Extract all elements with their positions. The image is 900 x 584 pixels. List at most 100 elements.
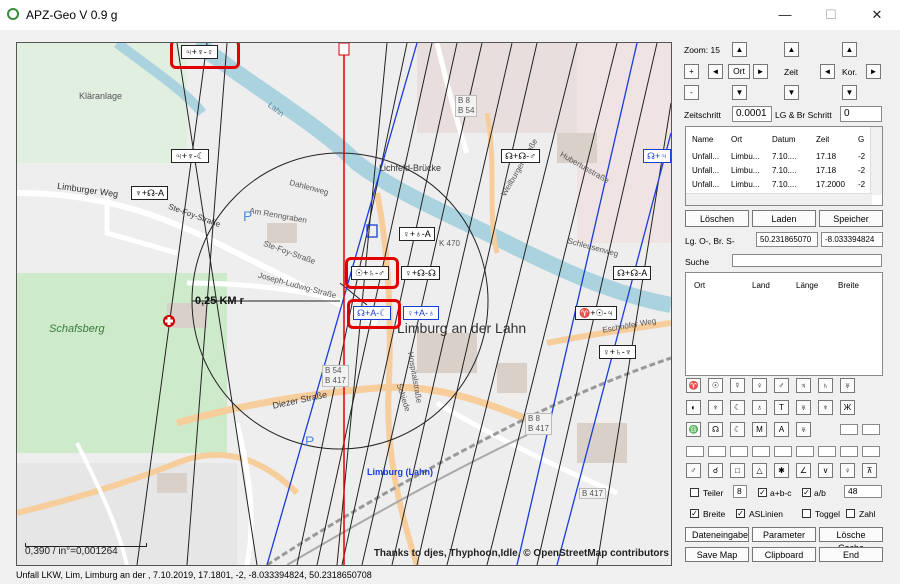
clipboard-button[interactable]: Clipboard [752, 547, 816, 562]
kor-right-button[interactable]: ► [866, 64, 881, 79]
loeschen-button[interactable]: Löschen [685, 210, 749, 227]
aspect-button[interactable]: ⊼ [862, 463, 877, 478]
symbol-slot[interactable] [752, 446, 770, 457]
zoom-out-button[interactable]: - [684, 85, 699, 100]
end-button[interactable]: End [819, 547, 883, 562]
parameter-button[interactable]: Parameter [752, 527, 816, 542]
close-button[interactable]: ✕ [854, 0, 900, 30]
maximize-button[interactable]: ☐ [808, 0, 854, 30]
symbol-button[interactable]: ♆ [708, 400, 723, 415]
column-header[interactable]: Ort [694, 281, 705, 290]
zeit-up-button[interactable]: ▲ [784, 42, 799, 57]
symbol-button[interactable]: ♀ [752, 378, 767, 393]
symbol-slot[interactable] [730, 446, 748, 457]
symbol-button[interactable]: ♅ [840, 378, 855, 393]
kor-down-button[interactable]: ▼ [842, 85, 857, 100]
symbol-slot[interactable] [818, 446, 836, 457]
aspect-label[interactable]: ☊+☊-♂ [501, 149, 540, 163]
symbol-button[interactable]: ♆ [818, 400, 833, 415]
table-cell[interactable]: 7.10.... [772, 152, 810, 161]
search-input[interactable] [732, 254, 882, 267]
teiler-input[interactable]: 8 [733, 485, 747, 498]
symbol-slot[interactable] [708, 446, 726, 457]
symbol-button[interactable]: T [774, 400, 789, 415]
aspect-label[interactable]: ♀+A-♁ [403, 306, 439, 320]
symbol-slot[interactable] [686, 446, 704, 457]
column-header[interactable]: Breite [838, 281, 859, 290]
longitude-input[interactable]: 50.231865070 [756, 232, 818, 247]
aspect-button[interactable]: ♂ [686, 463, 701, 478]
aspect-label[interactable]: ♀+☊-☊ [401, 266, 440, 280]
table-cell[interactable]: 7.10.... [772, 166, 810, 175]
symbol-slot[interactable] [862, 446, 880, 457]
symbol-button[interactable]: ♈ [686, 378, 701, 393]
symbol-slot[interactable] [796, 446, 814, 457]
symbol-button[interactable]: ♃ [796, 378, 811, 393]
column-header[interactable]: Name [692, 135, 713, 144]
column-header[interactable]: Land [752, 281, 770, 290]
table-cell[interactable]: Limbu... [731, 180, 767, 189]
toggel-checkbox[interactable] [802, 509, 811, 518]
aspect-button[interactable]: □ [730, 463, 745, 478]
symbol-slot[interactable] [774, 446, 792, 457]
symbol-slot[interactable] [840, 446, 858, 457]
symbol-button[interactable]: ♄ [818, 378, 833, 393]
table-cell[interactable]: 17.18 [816, 166, 854, 175]
teiler-checkbox[interactable] [690, 488, 699, 497]
aspect-label[interactable]: ♀+♁-A [399, 227, 435, 241]
table-cell[interactable]: Unfall... [692, 152, 728, 161]
places-table[interactable]: Ort Land Länge Breite [685, 272, 883, 376]
column-header[interactable]: Ort [731, 135, 742, 144]
symbol-button[interactable]: ♅ [796, 422, 811, 437]
table-cell[interactable]: Unfall... [692, 180, 728, 189]
symbol-button[interactable]: ☾ [730, 400, 745, 415]
kor-left-button[interactable]: ◄ [820, 64, 835, 79]
value-input[interactable]: 48 [844, 485, 882, 498]
zoom-in-button[interactable]: + [684, 64, 699, 79]
aspect-label[interactable]: ♆+☊-A [131, 186, 168, 200]
ort-up-button[interactable]: ▲ [732, 42, 747, 57]
ort-down-button[interactable]: ▼ [732, 85, 747, 100]
aspect-button[interactable]: ✱ [774, 463, 789, 478]
aspect-button[interactable]: ♀ [840, 463, 855, 478]
aspect-label[interactable]: ♀+♄-♆ [599, 345, 636, 359]
dateneingabe-button[interactable]: Dateneingabe [685, 527, 749, 542]
aspect-label[interactable]: ☊+♃ [643, 149, 671, 163]
table-cell[interactable]: Unfall... [692, 166, 728, 175]
symbol-button[interactable]: ♅ [796, 400, 811, 415]
records-table[interactable]: Name Ort Datum Zeit G Unfall... Limbu...… [685, 126, 883, 206]
column-header[interactable]: Länge [796, 281, 818, 290]
symbol-button[interactable]: ♂ [774, 378, 789, 393]
symbol-button[interactable]: A [774, 422, 789, 437]
table-cell[interactable]: -2 [858, 152, 865, 161]
symbol-slot[interactable] [840, 424, 858, 435]
aspect-label[interactable]: ♃+♆-☾ [171, 149, 209, 163]
aspect-label[interactable]: ♈+☉-♃ [575, 306, 618, 320]
symbol-button[interactable]: ☉ [708, 378, 723, 393]
ort-button[interactable]: Ort [728, 64, 750, 79]
save-map-button[interactable]: Save Map [685, 547, 749, 562]
table-cell[interactable]: 17.2000 [816, 180, 854, 189]
table-cell[interactable]: Limbu... [731, 152, 767, 161]
table-cell[interactable]: -2 [858, 180, 865, 189]
symbol-button[interactable]: M [752, 422, 767, 437]
column-header[interactable]: Datum [772, 135, 796, 144]
table-vscrollbar[interactable] [870, 127, 882, 195]
latitude-input[interactable]: -8.033394824 [821, 232, 883, 247]
ab-checkbox[interactable]: ✓ [802, 488, 811, 497]
ort-left-button[interactable]: ◄ [708, 64, 723, 79]
lgbr-input[interactable]: 0 [840, 106, 882, 122]
symbol-button[interactable]: ◐ [686, 400, 701, 415]
symbol-button[interactable]: ♁ [752, 400, 767, 415]
ort-right-button[interactable]: ► [753, 64, 768, 79]
kor-up-button[interactable]: ▲ [842, 42, 857, 57]
column-header[interactable]: Zeit [816, 135, 829, 144]
table-cell[interactable]: 7.10.... [772, 180, 810, 189]
table-hscrollbar[interactable] [686, 193, 872, 205]
symbol-button[interactable]: ☿ [730, 378, 745, 393]
column-header[interactable]: G [858, 135, 864, 144]
zeitschritt-input[interactable]: 0.0001 [732, 106, 772, 122]
zeit-down-button[interactable]: ▼ [784, 85, 799, 100]
symbol-button[interactable]: ☊ [708, 422, 723, 437]
symbol-button[interactable]: Ж [840, 400, 855, 415]
